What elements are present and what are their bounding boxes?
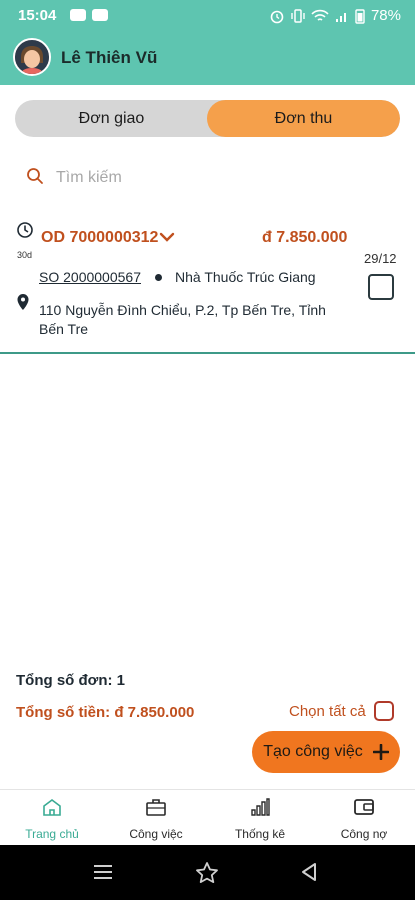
create-task-label: Tạo công việc — [263, 743, 363, 760]
bottom-nav: Trang chủ Công việc Thống kê Công nợ — [0, 789, 415, 845]
order-type-switch: Đơn giao Đơn thu — [15, 100, 400, 137]
customer-address: 110 Nguyễn Đình Chiểu, P.2, Tp Bến Tre, … — [39, 302, 326, 337]
nav-debt[interactable]: Công nợ — [312, 798, 415, 841]
select-all-label[interactable]: Chọn tất cả — [289, 703, 366, 720]
nav-debt-label: Công nợ — [340, 827, 388, 841]
search-icon — [27, 168, 43, 184]
wifi-icon — [311, 9, 329, 21]
briefcase-icon — [146, 799, 166, 816]
clock-icon — [17, 222, 33, 238]
user-name: Lê Thiên Vũ — [61, 48, 158, 67]
separator-dot — [155, 274, 162, 281]
nav-stats[interactable]: Thống kê — [208, 798, 312, 841]
location-pin-icon — [17, 294, 29, 310]
search-input[interactable]: Tìm kiếm — [56, 169, 122, 187]
select-all-checkbox[interactable] — [374, 701, 394, 721]
nav-home[interactable]: Trang chủ — [0, 798, 104, 841]
system-nav-bar — [0, 845, 415, 900]
tab-delivery-orders[interactable]: Đơn giao — [15, 100, 208, 137]
total-orders: Tổng số đơn: 1 — [16, 672, 125, 689]
home-icon — [43, 799, 61, 816]
alarm-icon — [270, 10, 284, 23]
nav-tasks-label: Công việc — [129, 827, 183, 841]
avatar[interactable] — [13, 38, 51, 76]
back-icon[interactable] — [300, 861, 318, 883]
gallery-icon — [92, 9, 108, 21]
youtube-icon — [70, 9, 86, 21]
chevron-down-icon[interactable] — [159, 231, 175, 243]
nav-home-label: Trang chủ — [25, 827, 79, 841]
plus-icon — [372, 744, 389, 760]
notification-icons — [70, 7, 108, 21]
tab-collection-orders[interactable]: Đơn thu — [207, 100, 400, 137]
star-icon[interactable] — [195, 861, 219, 883]
customer-name: Nhà Thuốc Trúc Giang — [175, 269, 316, 285]
nav-tasks[interactable]: Công việc — [104, 798, 208, 841]
chart-icon — [251, 798, 270, 816]
nav-stats-label: Thống kê — [234, 827, 286, 841]
order-id[interactable]: OD 7000000312 — [41, 229, 158, 247]
order-age: 30d — [17, 250, 33, 260]
so-number-link[interactable]: SO 2000000567 — [39, 269, 141, 285]
order-date: 29/12 — [364, 251, 397, 266]
status-time: 15:04 — [18, 7, 57, 24]
create-task-button[interactable]: Tạo công việc — [252, 731, 400, 773]
system-icons: 78% — [269, 7, 401, 24]
wallet-icon — [354, 799, 374, 815]
battery-icon — [355, 8, 365, 24]
recent-apps-icon[interactable] — [92, 863, 114, 881]
order-checkbox[interactable] — [368, 274, 394, 300]
battery-percent: 78% — [370, 7, 401, 24]
order-amount: đ 7.850.000 — [262, 229, 348, 246]
signal-icon — [335, 12, 346, 22]
status-bar: 15:04 78% — [0, 0, 415, 32]
vibrate-icon — [291, 8, 305, 23]
total-money: Tổng số tiền: đ 7.850.000 — [16, 704, 195, 721]
